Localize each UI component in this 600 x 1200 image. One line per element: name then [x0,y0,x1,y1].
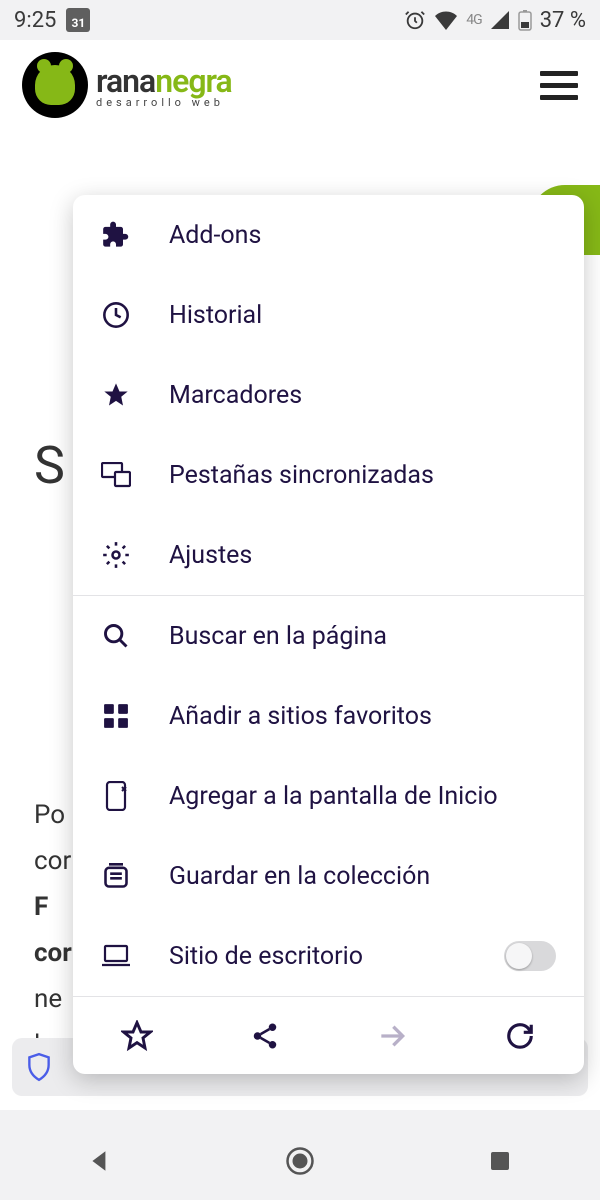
reload-icon [505,1021,535,1051]
menu-addons[interactable]: Add-ons [73,195,584,275]
brand-name: rananegra [96,62,232,100]
clock-icon [101,300,131,330]
phone-add-icon [101,781,131,811]
menu-label: Sitio de escritorio [169,942,466,971]
bg-text: F [34,892,48,922]
browser-menu: Add-ons Historial Marcadores Pestañas si… [73,195,584,1074]
menu-label: Add-ons [169,221,556,250]
signal-icon [490,10,510,30]
bg-text: cor [34,938,72,968]
status-time: 9:25 [14,8,56,33]
menu-add-homescreen[interactable]: Agregar a la pantalla de Inicio [73,756,584,836]
calendar-icon: 31 [66,8,90,32]
frog-icon [22,52,88,118]
menu-label: Agregar a la pantalla de Inicio [169,782,556,811]
battery-icon [518,9,532,31]
bookmark-action[interactable] [73,997,201,1074]
arrow-right-icon [376,1020,408,1052]
star-icon [101,380,131,410]
nav-back-button[interactable] [81,1142,119,1180]
alarm-icon [404,9,426,31]
site-logo[interactable]: rananegra desarrollo web [22,52,232,118]
bg-text: ne [34,984,62,1014]
search-icon [101,621,131,651]
page-header: rananegra desarrollo web [0,40,600,130]
menu-history[interactable]: Historial [73,275,584,355]
menu-save-collection[interactable]: Guardar en la colección [73,836,584,916]
menu-settings[interactable]: Ajustes [73,515,584,595]
nav-recent-button[interactable] [481,1142,519,1180]
brand-tagline: desarrollo web [96,96,232,109]
star-outline-icon [121,1020,153,1052]
menu-top-sites[interactable]: Añadir a sitios favoritos [73,676,584,756]
android-navbar [0,1122,600,1200]
wifi-icon [434,10,458,30]
collection-icon [101,861,131,891]
menu-label: Ajustes [169,541,556,570]
nav-home-button[interactable] [281,1142,319,1180]
reload-action[interactable] [456,997,584,1074]
menu-label: Historial [169,301,556,330]
share-action[interactable] [201,997,329,1074]
menu-action-bar [73,996,584,1074]
menu-label: Guardar en la colección [169,862,556,891]
share-icon [250,1021,280,1051]
shield-icon [26,1052,52,1082]
gear-icon [101,540,131,570]
menu-label: Buscar en la página [169,622,556,651]
menu-find-in-page[interactable]: Buscar en la página [73,596,584,676]
desktop-toggle[interactable] [504,941,556,971]
devices-icon [101,460,131,490]
puzzle-icon [101,220,131,250]
network-type: 4G [466,12,481,28]
battery-percent: 37 % [540,8,586,33]
hamburger-button[interactable] [540,71,578,100]
bg-text: Po [34,800,65,830]
bg-text: S [34,435,65,496]
menu-label: Añadir a sitios favoritos [169,702,556,731]
laptop-icon [101,941,131,971]
status-bar: 9:25 31 4G 37 % [0,0,600,40]
menu-synced-tabs[interactable]: Pestañas sincronizadas [73,435,584,515]
grid-icon [101,701,131,731]
bg-text: cor [34,846,71,876]
menu-label: Marcadores [169,381,556,410]
menu-label: Pestañas sincronizadas [169,461,556,490]
forward-action[interactable] [329,997,457,1074]
menu-desktop-site[interactable]: Sitio de escritorio [73,916,584,996]
menu-bookmarks[interactable]: Marcadores [73,355,584,435]
